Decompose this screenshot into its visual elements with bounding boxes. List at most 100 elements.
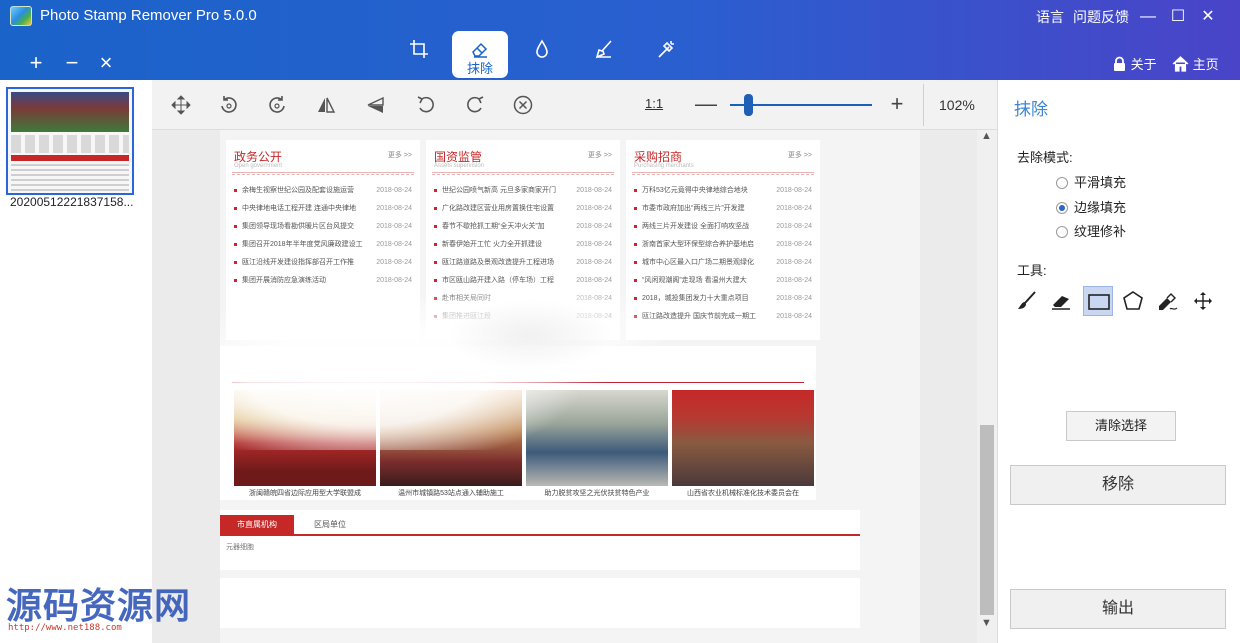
news-item-text: 万科53亿元竟得中央律地综合地块 (642, 187, 748, 194)
rotate-right-icon (269, 96, 285, 113)
drop-icon (536, 39, 548, 58)
scrollbar-thumb[interactable] (980, 425, 994, 615)
card-subtitle: Purchasing merchants (634, 163, 694, 169)
language-menu[interactable]: 语言 (1036, 7, 1064, 27)
eraser-icon (472, 42, 488, 58)
remove-file-button[interactable]: − (60, 52, 84, 74)
output-button[interactable]: 输出 (1010, 589, 1226, 629)
news-item: 新春伊始开工忙 火力全开抓建设 2018-08-24 (434, 239, 612, 251)
news-item-text: 广化路改建区营业用房置换住宅设置 (442, 205, 554, 212)
rotate-left-button[interactable] (208, 83, 250, 127)
zoom-out-button[interactable]: — (695, 91, 717, 117)
close-button[interactable]: ✕ (1196, 6, 1220, 28)
eraser-tool[interactable] (1046, 286, 1076, 316)
polygon-select-tool[interactable] (1118, 286, 1148, 316)
remove-button[interactable]: 移除 (1010, 465, 1226, 505)
zoom-level: 102% (939, 97, 975, 113)
zoom-in-button[interactable]: + (887, 91, 907, 117)
news-item: 世纪公园喷气新高 元旦多家商家开门 2018-08-24 (434, 185, 612, 197)
thumbnail-filename: 20200512221837158... (10, 195, 134, 209)
tab-drop[interactable] (514, 31, 570, 78)
news-item-text: 春节不歇抢抓工期“全天冲火关”加 (442, 223, 545, 230)
rotate-left-icon (221, 96, 237, 113)
magic-pen-tool[interactable] (1153, 286, 1183, 316)
vertical-scrollbar[interactable]: ▲ ▼ (977, 130, 997, 643)
news-item-text: 集团召开2018年半年度党风廉政建设工 (242, 241, 363, 248)
card-more-link: 更多 >> (387, 152, 412, 159)
flip-horizontal-button[interactable] (305, 83, 347, 127)
undo-button[interactable] (405, 83, 447, 127)
news-item: 城市中心区最入口广场二期景观绿化 2018-08-24 (634, 257, 812, 269)
move-tool[interactable] (1188, 286, 1218, 316)
news-item-date: 2018-08-24 (376, 223, 412, 230)
tab-crop[interactable] (391, 31, 447, 78)
news-item: 万科53亿元竟得中央律地综合地块 2018-08-24 (634, 185, 812, 197)
image-toolbar: 1:1 — + 102% (152, 80, 997, 130)
polygon-select-icon (1123, 291, 1143, 310)
cancel-button[interactable] (502, 83, 544, 127)
tab-direct-agencies: 市直属机构 (220, 515, 294, 535)
image-thumbnail[interactable] (6, 87, 134, 195)
news-item: 两线三片开发建设 全面打响攻坚战 2018-08-24 (634, 221, 812, 233)
rectangle-select-tool[interactable] (1083, 286, 1113, 316)
card-more-link: 更多 >> (587, 152, 612, 159)
flip-vertical-button[interactable] (354, 83, 396, 127)
move-button[interactable] (160, 83, 202, 127)
clear-files-button[interactable]: × (94, 52, 118, 74)
scroll-down-arrow-icon[interactable]: ▼ (981, 617, 992, 629)
news-item-text: 市委市政府加出“两线三片”开发建 (642, 205, 745, 212)
news-item-date: 2018-08-24 (776, 313, 812, 320)
erase-settings-panel: 抹除 去除模式: 平滑填充 边缘填充 纹理修补 工具: 清除选择 移除 输出 (997, 80, 1240, 643)
news-item-date: 2018-08-24 (776, 187, 812, 194)
tab-brush[interactable] (576, 31, 632, 78)
news-item-date: 2018-08-24 (576, 241, 612, 248)
news-item: 集团开展消防应急演练活动 2018-08-24 (234, 275, 412, 287)
tab-magic-wand[interactable] (638, 31, 694, 78)
eraser-icon (1052, 296, 1070, 310)
scroll-up-arrow-icon[interactable]: ▲ (981, 130, 992, 142)
tools-label: 工具: (1017, 263, 1047, 278)
minimize-button[interactable]: — (1136, 6, 1160, 28)
image-canvas[interactable]: 政务公开 Open government 更多 >> 余梅生视察世纪公园及配套设施运营… (152, 130, 997, 643)
news-item: 集团召开2018年半年度党风廉政建设工 2018-08-24 (234, 239, 412, 251)
undo-icon (417, 96, 434, 113)
redo-button[interactable] (454, 83, 496, 127)
watermark-url: http://www.net188.com (8, 623, 122, 633)
news-item-date: 2018-08-24 (376, 259, 412, 266)
title-bar: Photo Stamp Remover Pro 5.0.0 语言 问题反馈 — … (0, 0, 1240, 80)
maximize-button[interactable]: ☐ (1166, 6, 1190, 28)
flip-horizontal-icon (318, 97, 336, 113)
home-link[interactable]: 主页 (1172, 54, 1219, 73)
card-more-link: 更多 >> (787, 152, 812, 159)
zoom-actual-size-button[interactable]: 1:1 (645, 96, 663, 111)
news-item: 中央律地电话工程开建 连通中央律地 2018-08-24 (234, 203, 412, 215)
news-item-date: 2018-08-24 (776, 295, 812, 302)
lock-icon (1114, 56, 1125, 71)
tab-district-units: 区局单位 (314, 520, 346, 529)
tab-erase[interactable]: 抹除 (452, 31, 508, 78)
brush-tool[interactable] (1012, 286, 1042, 316)
cancel-icon (513, 95, 533, 115)
add-file-button[interactable]: + (24, 52, 48, 74)
news-item-text: 世纪公园喷气新高 元旦多家商家开门 (442, 187, 556, 194)
clear-selection-button[interactable]: 清除选择 (1066, 411, 1176, 441)
about-link[interactable]: 关于 (1112, 54, 1157, 73)
thumbnail-panel: 20200512221837158... (0, 80, 152, 643)
news-item-text: 瓯江沿线开发建设指挥部召开工作推 (242, 259, 354, 266)
rotate-right-button[interactable] (256, 83, 298, 127)
news-item: 市委市政府加出“两线三片”开发建 2018-08-24 (634, 203, 812, 215)
crop-icon (410, 40, 428, 58)
flip-vertical-icon (367, 96, 384, 113)
document-image[interactable]: 政务公开 Open government 更多 >> 余梅生视察世纪公园及配套设施运营… (220, 130, 920, 643)
zoom-slider-handle[interactable] (744, 94, 753, 116)
news-item: “风闲观潮阁”走现场 看温州大建大 2018-08-24 (634, 275, 812, 287)
news-item-date: 2018-08-24 (576, 187, 612, 194)
news-item-date: 2018-08-24 (776, 241, 812, 248)
news-item-date: 2018-08-24 (776, 277, 812, 284)
feedback-menu[interactable]: 问题反馈 (1073, 7, 1129, 27)
toolbar-divider (923, 84, 924, 126)
photo-caption: 助力脱贫攻坚之光伏扶贫特色产业 (544, 490, 650, 497)
app-logo-icon (10, 6, 32, 26)
brush-icon (1018, 291, 1036, 309)
home-icon (1172, 56, 1189, 72)
